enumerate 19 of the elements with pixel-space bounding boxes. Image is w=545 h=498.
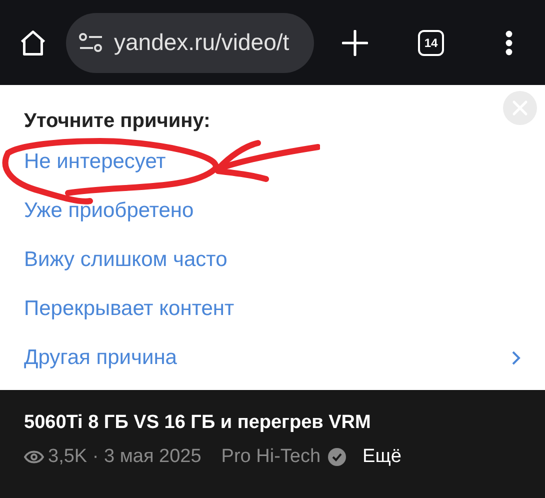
reason-link[interactable]: Перекрывает контент [24,284,521,333]
reason-link[interactable]: Не интересует [24,137,521,186]
site-settings-icon[interactable] [78,32,104,54]
video-title: 5060Ti 8 ГБ VS 16 ГБ и перегрев VRM [24,412,372,434]
tab-count[interactable]: 14 [418,30,444,56]
new-tab-icon[interactable] [342,30,368,56]
reason-link[interactable]: Уже приобретено [24,186,521,235]
url-text: yandex.ru/video/t [114,29,290,56]
address-bar[interactable]: yandex.ru/video/t [66,12,314,72]
dialog-title: Уточните причину: [24,108,212,134]
more-button[interactable]: Ещё [362,446,402,468]
chevron-icon [512,350,521,364]
reason-link[interactable]: Другая причина [24,333,521,382]
home-icon[interactable] [18,28,48,58]
menu-icon[interactable] [505,30,513,56]
eye-icon [24,450,44,464]
video-stats: 3,5K · 3 мая 2025 [48,446,202,468]
reason-link[interactable]: Вижу слишком часто [24,235,521,284]
channel-name[interactable]: Pro Hi-Tech [221,446,321,468]
